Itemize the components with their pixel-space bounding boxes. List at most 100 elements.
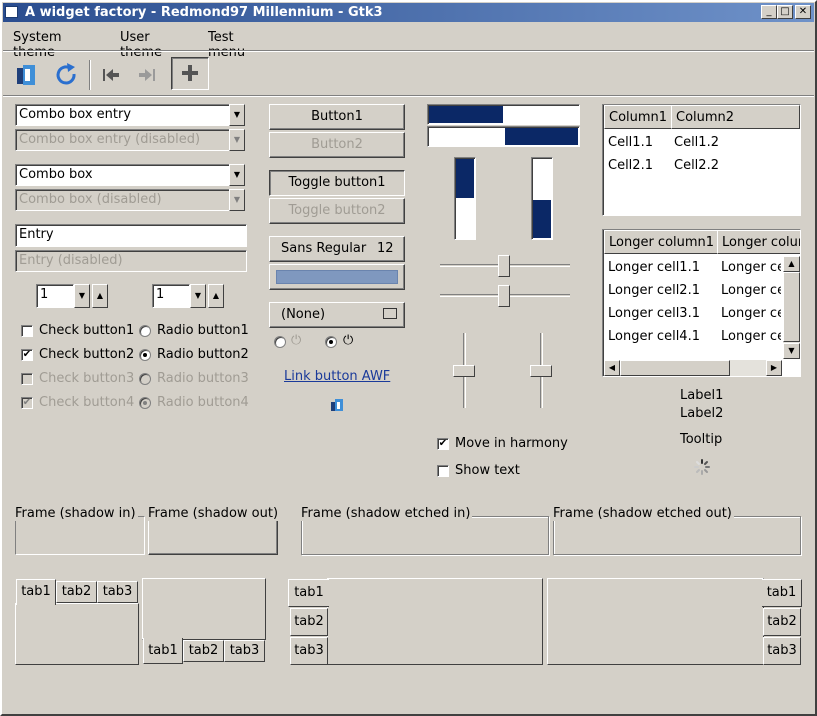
tree1-cell[interactable]: Cell2.1 <box>608 158 653 173</box>
button-2: Button2 <box>269 132 405 158</box>
notebook-right-tab2[interactable]: tab2 <box>763 608 801 636</box>
progress-bar-v2 <box>531 157 553 240</box>
tree2-cell[interactable]: Longer cell4.2 <box>721 329 781 344</box>
file-chooser-label: (None) <box>281 307 326 322</box>
radio-button-2-circle[interactable] <box>139 349 151 361</box>
switch-on-radio[interactable] <box>325 336 337 348</box>
vscale-1-thumb[interactable] <box>453 365 475 377</box>
radio-button-2-label[interactable]: Radio button2 <box>157 347 249 362</box>
maximize-button[interactable]: □ <box>777 5 793 19</box>
frame-shadow-in <box>15 516 145 555</box>
file-chooser-button[interactable]: (None) <box>269 302 405 328</box>
tree2-vscroll-thumb[interactable] <box>783 272 800 342</box>
refresh-icon[interactable] <box>52 60 82 90</box>
vscale-2-thumb[interactable] <box>530 365 552 377</box>
tree-view-2[interactable]: Longer column1 Longer column2 Longer cel… <box>602 229 801 377</box>
menu-system-theme[interactable]: System theme <box>9 28 65 62</box>
notebook-bottom-tab2[interactable]: tab2 <box>183 640 224 662</box>
notebook-right-tab3[interactable]: tab3 <box>763 637 801 665</box>
hscale-1-thumb[interactable] <box>498 255 510 277</box>
move-in-harmony-label[interactable]: Move in harmony <box>455 436 568 451</box>
tree2-cell[interactable]: Longer cell2.2 <box>721 283 781 298</box>
progress-fill-h2 <box>504 128 578 145</box>
scroll-left-icon[interactable]: ◀ <box>604 360 620 376</box>
radio-button-1-circle[interactable] <box>139 325 151 337</box>
combo-entry-field[interactable]: Combo box entry <box>15 104 230 126</box>
frame-shadow-etched-out-label: Frame (shadow etched out) <box>553 506 734 521</box>
go-last-icon[interactable] <box>132 60 162 90</box>
check-button-1-label[interactable]: Check button1 <box>39 323 134 338</box>
entry-field[interactable]: Entry <box>15 224 247 247</box>
power-off-icon: ⏻ <box>291 333 302 348</box>
tree-view-1[interactable]: Column1 Column2 Cell1.1 Cell1.2 Cell2.1 … <box>602 104 801 216</box>
combo-entry-disabled-field: Combo box entry (disabled) <box>15 129 230 151</box>
tree1-cell[interactable]: Cell1.1 <box>608 135 653 150</box>
notebook-right-pane <box>547 578 764 665</box>
tree2-vscrollbar[interactable]: ▲ ▼ <box>783 256 800 359</box>
font-button[interactable]: Sans Regular 12 <box>269 236 405 262</box>
button-1[interactable]: Button1 <box>269 104 405 130</box>
notebook-bottom-tab3[interactable]: tab3 <box>224 640 265 662</box>
add-icon <box>182 65 198 81</box>
check-button-2-label[interactable]: Check button2 <box>39 347 134 362</box>
scroll-down-icon[interactable]: ▼ <box>783 343 800 359</box>
tree2-header-col1[interactable]: Longer column1 <box>604 230 718 254</box>
scroll-right-icon[interactable]: ▶ <box>766 360 782 376</box>
hscale-2-thumb[interactable] <box>498 285 510 307</box>
spin-2-down-icon[interactable]: ▼ <box>190 284 206 308</box>
check-button-2-box[interactable]: ✔ <box>21 349 33 361</box>
spin-1-up-icon[interactable]: ▲ <box>92 284 108 308</box>
notebook-left-tab1[interactable]: tab1 <box>288 579 329 607</box>
add-button[interactable] <box>171 57 209 90</box>
home-icon[interactable] <box>12 60 42 90</box>
combo-box-arrow[interactable]: ▼ <box>229 164 245 186</box>
spin-2-up-icon[interactable]: ▲ <box>208 284 224 308</box>
scroll-up-icon[interactable]: ▲ <box>783 256 800 272</box>
menu-user-theme[interactable]: User theme <box>116 28 166 62</box>
tree2-cell[interactable]: Longer cell3.1 <box>608 306 700 321</box>
volume-icon[interactable] <box>329 397 345 413</box>
spin-button-1[interactable]: 1 <box>36 284 74 308</box>
tree2-cell[interactable]: Longer cell3.2 <box>721 306 781 321</box>
switch-off-radio[interactable] <box>274 336 286 348</box>
tree1-cell[interactable]: Cell1.2 <box>674 135 719 150</box>
tree2-cell[interactable]: Longer cell1.1 <box>608 260 700 275</box>
combo-box[interactable]: Combo box <box>15 164 230 186</box>
spin-1-down-icon[interactable]: ▼ <box>74 284 90 308</box>
combo-entry-arrow[interactable]: ▼ <box>229 104 245 126</box>
tree1-header-col1[interactable]: Column1 <box>604 105 672 129</box>
radio-button-1-label[interactable]: Radio button1 <box>157 323 249 338</box>
color-button[interactable] <box>269 264 405 290</box>
frame-shadow-in-label: Frame (shadow in) <box>15 506 138 521</box>
notebook-top-tab1[interactable]: tab1 <box>16 579 56 605</box>
notebook-top-tab3[interactable]: tab3 <box>97 581 138 603</box>
tree1-header-col2[interactable]: Column2 <box>671 105 800 129</box>
tree2-cell[interactable]: Longer cell2.1 <box>608 283 700 298</box>
title-bar[interactable]: A widget factory - Redmond97 Millennium … <box>3 3 814 22</box>
go-first-icon[interactable] <box>96 60 126 90</box>
notebook-right-tab1[interactable]: tab1 <box>762 579 802 607</box>
notebook-left-tab2[interactable]: tab2 <box>290 608 328 636</box>
menu-test-menu[interactable]: Test menu <box>204 28 249 62</box>
check-button-1-box[interactable] <box>21 325 33 337</box>
minimize-button[interactable]: _ <box>761 5 777 19</box>
show-text-check[interactable] <box>437 465 449 477</box>
close-button[interactable]: ✕ <box>795 5 811 19</box>
link-button[interactable]: Link button AWF <box>284 369 390 384</box>
spin-button-2[interactable]: 1 <box>152 284 190 308</box>
check-button-3-box <box>21 373 33 385</box>
tree2-cell[interactable]: Longer cell4.1 <box>608 329 700 344</box>
tree2-hscrollbar[interactable]: ◀ ▶ <box>604 360 782 376</box>
notebook-top-tab2[interactable]: tab2 <box>56 581 97 603</box>
tree2-header-col2[interactable]: Longer column2 <box>717 230 800 254</box>
progress-bar-v1 <box>454 157 476 240</box>
label-1: Label1 <box>680 388 724 403</box>
show-text-label[interactable]: Show text <box>455 463 520 478</box>
notebook-bottom-tab1[interactable]: tab1 <box>143 638 183 664</box>
toggle-button-1[interactable]: Toggle button1 <box>269 170 405 196</box>
move-in-harmony-check[interactable]: ✔ <box>437 438 449 450</box>
tree2-hscroll-thumb[interactable] <box>620 360 730 376</box>
tree1-cell[interactable]: Cell2.2 <box>674 158 719 173</box>
tree2-cell[interactable]: Longer cell1.2 <box>721 260 781 275</box>
notebook-left-tab3[interactable]: tab3 <box>290 637 328 665</box>
